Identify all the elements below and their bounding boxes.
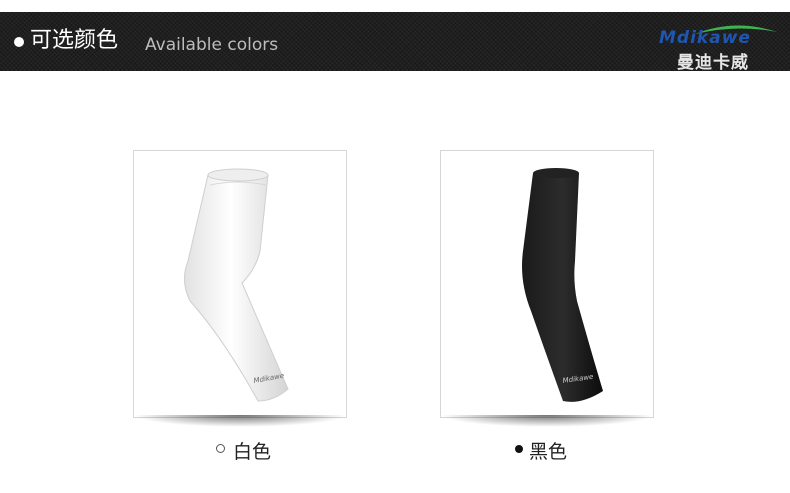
product-card-white[interactable]: Mdikawe [133,150,347,418]
product-card-black[interactable]: Mdikawe [440,150,654,418]
open-circle-icon [216,444,225,453]
color-option-black[interactable]: 黑色 [515,440,567,464]
color-name-black: 黑色 [529,441,568,463]
section-title: 可选颜色 [30,28,119,53]
filled-circle-icon [515,444,523,453]
brand-chinese-name: 曼迪卡威 [677,53,749,73]
section-subtitle: Available colors [145,35,279,55]
white-sleeve-image: Mdikawe [184,168,289,402]
brand-logo: Mdikawe 曼迪卡威 [655,20,780,73]
card-shadow [133,415,347,427]
header-banner: 可选颜色 Available colors Mdikawe 曼迪卡威 [0,12,790,73]
brand-wordmark: Mdikawe [659,28,751,48]
card-shadow [440,415,654,427]
white-dot-icon [14,37,24,47]
color-option-white[interactable]: 白色 [216,440,271,464]
color-name-white: 白色 [233,441,272,463]
black-sleeve-image: Mdikawe [522,168,603,402]
